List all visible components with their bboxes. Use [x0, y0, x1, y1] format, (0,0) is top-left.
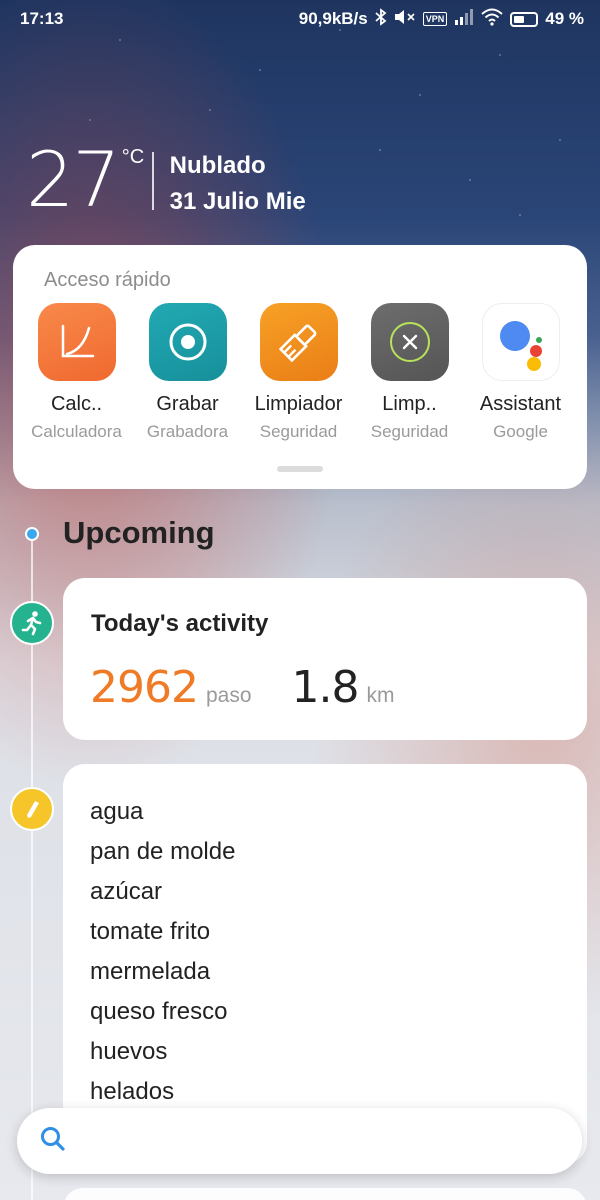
- steps-unit: paso: [205, 684, 252, 707]
- weather-divider: [152, 152, 154, 210]
- upcoming-title: Upcoming: [63, 515, 215, 550]
- app-subtitle: Google: [493, 422, 548, 441]
- list-item: queso fresco: [90, 998, 228, 1025]
- app-subtitle: Seguridad: [259, 422, 338, 441]
- cleaner-x-icon: [370, 303, 449, 381]
- google-assistant-icon: [481, 303, 560, 381]
- activity-card[interactable]: Today's activity 2962 paso 1.8 km: [63, 578, 587, 740]
- network-speed: 90,9kB/s: [298, 9, 368, 28]
- quick-access-title: Acceso rápido: [44, 269, 171, 291]
- weather-widget[interactable]: 27 °C Nublado 31 Julio Mie: [26, 140, 306, 220]
- next-card[interactable]: [63, 1188, 587, 1200]
- drag-handle[interactable]: [277, 466, 323, 472]
- temperature-unit: °C: [121, 146, 145, 168]
- distance-value: 1.8: [291, 662, 360, 713]
- status-time: 17:13: [20, 9, 64, 28]
- app-recorder[interactable]: Grabar Grabadora: [132, 303, 243, 442]
- list-item: agua: [90, 798, 144, 825]
- app-name: Assistant: [479, 393, 562, 415]
- cleaner-brush-icon: [259, 303, 338, 381]
- bluetooth-icon: [375, 7, 387, 31]
- list-item: mermelada: [90, 958, 211, 985]
- list-item: pan de molde: [90, 838, 236, 865]
- status-icons: 90,9kB/s VPN 49 %: [298, 7, 584, 31]
- mute-icon: [394, 9, 416, 30]
- wifi-icon: [481, 8, 503, 31]
- distance-unit: km: [366, 684, 395, 707]
- app-subtitle: Calculadora: [31, 422, 122, 441]
- list-item: huevos: [90, 1038, 168, 1065]
- app-cleaner[interactable]: Limpiador Seguridad: [243, 303, 354, 442]
- vpn-icon: VPN: [422, 12, 448, 26]
- app-cleaner-2[interactable]: Limp.. Seguridad: [354, 303, 465, 442]
- app-subtitle: Grabadora: [146, 422, 229, 441]
- status-bar: 17:13 90,9kB/s VPN 49 %: [0, 0, 600, 38]
- weather-info: Nublado 31 Julio Mie: [170, 148, 306, 220]
- steps-value: 2962: [90, 662, 199, 713]
- battery-percent: 49 %: [545, 9, 584, 28]
- app-name: Calc..: [50, 393, 103, 415]
- activity-title: Today's activity: [91, 610, 269, 637]
- list-item: tomate frito: [90, 918, 211, 945]
- search-bar[interactable]: [17, 1108, 582, 1174]
- list-item: helados: [90, 1078, 175, 1105]
- temperature: 27: [26, 135, 121, 224]
- weather-condition: Nublado: [169, 152, 266, 179]
- app-name: Limpiador: [254, 393, 343, 415]
- calculator-icon: [37, 303, 116, 381]
- signal-icon: [454, 8, 474, 30]
- activity-stats: 2962 paso 1.8 km: [90, 662, 395, 713]
- upcoming-dot: [25, 527, 39, 541]
- app-name: Grabar: [156, 393, 219, 415]
- list-item: azúcar: [90, 878, 163, 905]
- app-subtitle: Seguridad: [370, 422, 449, 441]
- app-name: Limp..: [382, 393, 437, 415]
- app-calculator[interactable]: Calc.. Calculadora: [21, 303, 132, 442]
- quick-access-apps: Calc.. Calculadora Grabar Grabadora Limp…: [21, 303, 576, 442]
- quick-access-card: Acceso rápido Calc.. Calculadora Grabar …: [13, 245, 587, 489]
- search-input[interactable]: [81, 1121, 561, 1161]
- battery-icon: [510, 11, 539, 27]
- search-icon[interactable]: [39, 1125, 67, 1158]
- pencil-note-icon: [10, 787, 54, 831]
- weather-date: 31 Julio Mie: [169, 188, 306, 215]
- notes-list: agua pan de molde azúcar tomate frito me…: [90, 792, 235, 1112]
- notes-card[interactable]: agua pan de molde azúcar tomate frito me…: [63, 764, 587, 1164]
- app-assistant[interactable]: Assistant Google: [465, 303, 576, 442]
- running-person-icon: [10, 601, 54, 645]
- recorder-icon: [148, 303, 227, 381]
